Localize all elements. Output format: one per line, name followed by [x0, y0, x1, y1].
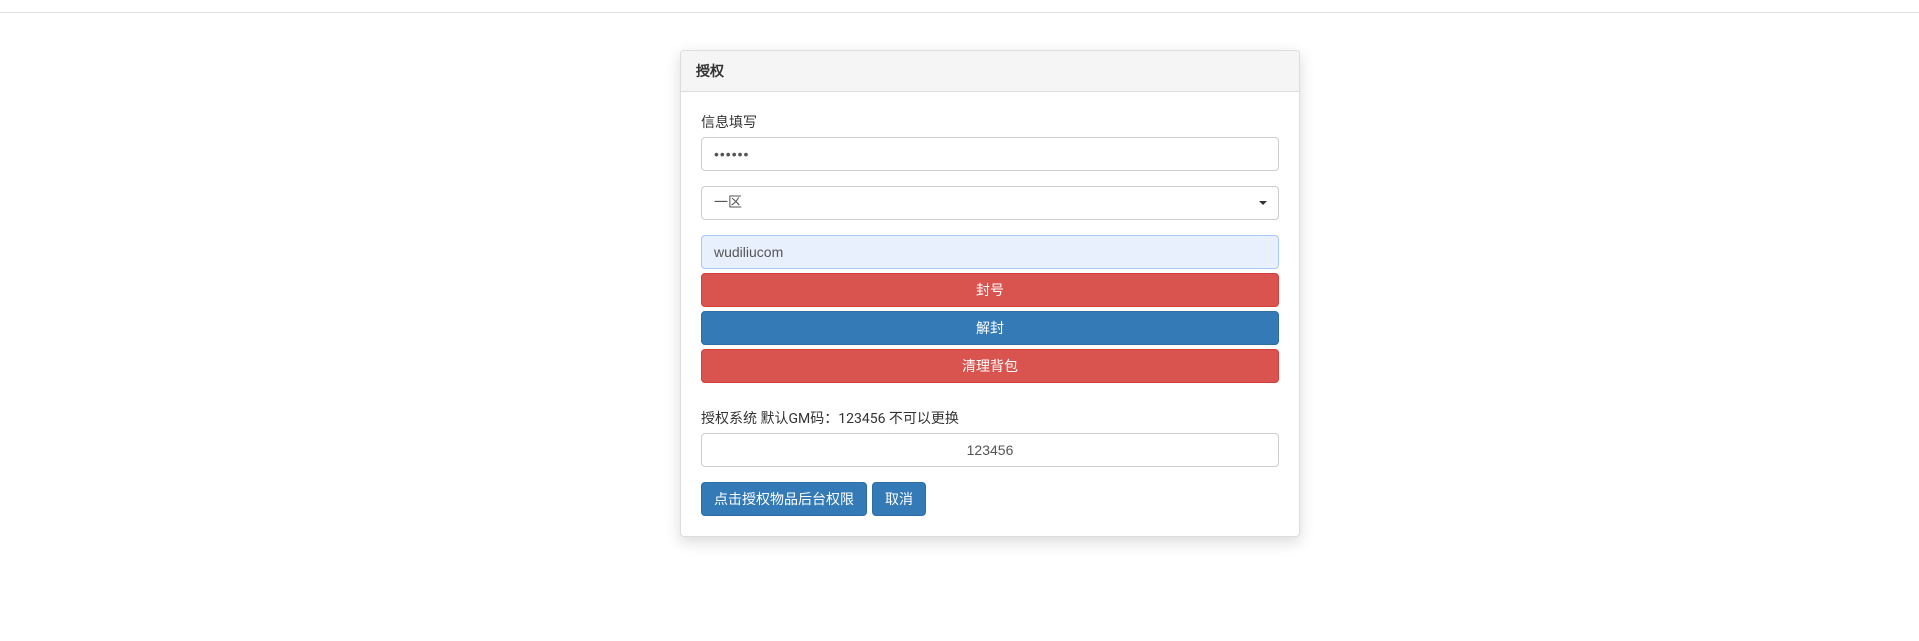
- region-select-wrapper: 一区: [701, 186, 1279, 220]
- action-button-stack: 封号 解封 清理背包: [701, 273, 1279, 383]
- panel-title: 授权: [696, 61, 1284, 81]
- panel-body: 信息填写 一区 封号 解封 清理背包 授权系统 默认GM码：123456 不可以…: [681, 92, 1299, 536]
- region-group: 一区: [701, 186, 1279, 220]
- info-label: 信息填写: [701, 112, 1279, 132]
- gm-code-group: 授权系统 默认GM码：123456 不可以更换: [701, 408, 1279, 467]
- info-group: 信息填写: [701, 112, 1279, 171]
- gm-code-label: 授权系统 默认GM码：123456 不可以更换: [701, 408, 1279, 428]
- footer-buttons: 点击授权物品后台权限 取消: [701, 482, 1279, 516]
- username-group: [701, 235, 1279, 269]
- gm-code-input[interactable]: [701, 433, 1279, 467]
- password-input[interactable]: [701, 137, 1279, 171]
- authorization-panel: 授权 信息填写 一区 封号 解封 清理背包 授权系统 默认GM码：123456 …: [680, 50, 1300, 537]
- unban-button[interactable]: 解封: [701, 311, 1279, 345]
- username-input[interactable]: [701, 235, 1279, 269]
- panel-header: 授权: [681, 51, 1299, 92]
- top-divider: [0, 12, 1919, 13]
- authorize-button[interactable]: 点击授权物品后台权限: [701, 482, 867, 516]
- ban-button[interactable]: 封号: [701, 273, 1279, 307]
- clear-bag-button[interactable]: 清理背包: [701, 349, 1279, 383]
- cancel-button[interactable]: 取消: [872, 482, 926, 516]
- region-select[interactable]: 一区: [701, 186, 1279, 220]
